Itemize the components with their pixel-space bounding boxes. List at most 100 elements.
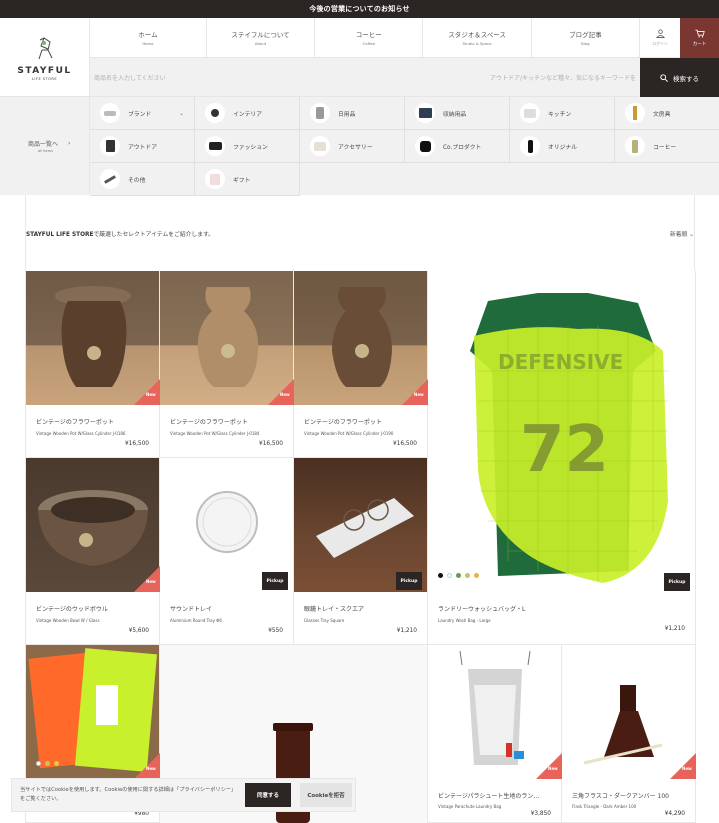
- category-co-product[interactable]: Co.プロダクト: [405, 130, 510, 163]
- category-label: キッチン: [548, 111, 572, 118]
- product-card[interactable]: 72 DEFENSIVE Pickup ランドリーウォッシュバッグ・L Laun…: [428, 271, 696, 645]
- category-label: ブランド: [128, 111, 152, 118]
- color-swatch[interactable]: [45, 761, 50, 766]
- category-others[interactable]: その他: [90, 163, 195, 196]
- category-kitchen[interactable]: キッチン: [510, 97, 615, 130]
- category-menu: 商品一覧へ › all items ブランド ⌄ インテリア 日用品 収納用品 …: [0, 97, 719, 196]
- stationery-icon: [625, 103, 645, 123]
- nav-home[interactable]: ホーム Home: [90, 18, 207, 57]
- chevron-down-icon: ⌄: [689, 232, 694, 238]
- nav-sub: Coffee: [362, 41, 375, 46]
- product-section: STAYFUL LIFE STOREで厳選したセレクトアイテムをご紹介します。 …: [25, 195, 696, 823]
- color-swatch[interactable]: [474, 573, 479, 578]
- product-english-name: Vintage Wooden Bowl W / Glass: [36, 618, 100, 623]
- login-button[interactable]: ログイン: [640, 18, 680, 58]
- product-card[interactable]: New ビンテージパラシュート生地のラン… Vintage Parachute …: [428, 645, 562, 823]
- category-label: アウトドア: [128, 144, 157, 151]
- product-name: 三角フラスコ・ダークアンバー 100: [572, 793, 670, 800]
- category-stationery[interactable]: 文房具: [615, 97, 719, 130]
- category-label: 日用品: [338, 111, 356, 118]
- store-logo[interactable]: STAYFUL LIFE STORE: [0, 18, 90, 97]
- color-swatch[interactable]: [54, 761, 59, 766]
- search-bar: 商品名を入力してください アウトドア/キッチンなど種々、気になるキーワードを 検…: [90, 58, 719, 97]
- category-outdoor[interactable]: アウトドア: [90, 130, 195, 163]
- category-interior[interactable]: インテリア: [195, 97, 300, 130]
- color-swatch[interactable]: [447, 573, 452, 578]
- login-label: ログイン: [652, 40, 668, 46]
- product-card[interactable]: New 三角フラスコ・ダークアンバー 100 Flask Triangle - …: [562, 645, 696, 823]
- category-fashion[interactable]: ファッション: [195, 130, 300, 163]
- color-swatch[interactable]: [36, 761, 41, 766]
- cookie-agree-button[interactable]: 同意する: [245, 783, 291, 807]
- category-storage[interactable]: 収納用品: [405, 97, 510, 130]
- nav-studio[interactable]: スタジオ＆スペース Studio & Space: [423, 18, 532, 57]
- nav-label: スタジオ＆スペース: [448, 31, 506, 39]
- intro-brand: STAYFUL LIFE STORE: [26, 232, 94, 238]
- search-button[interactable]: 検索する: [640, 58, 719, 97]
- intro-text: STAYFUL LIFE STOREで厳選したセレクトアイテムをご紹介します。: [26, 229, 214, 238]
- all-items-link[interactable]: 商品一覧へ › all items: [0, 97, 90, 195]
- brand-icon: [100, 103, 120, 123]
- original-icon: [520, 136, 540, 156]
- badge-label: New: [548, 766, 558, 771]
- cookie-text: 当サイトではCookieを使用します。Cookieの使用に関する詳細は「プライバ…: [20, 787, 237, 802]
- category-accessory[interactable]: アクセサリー: [300, 130, 405, 163]
- color-swatch[interactable]: [456, 573, 461, 578]
- category-gift[interactable]: ギフト: [195, 163, 300, 196]
- svg-text:72: 72: [520, 413, 609, 487]
- product-price: ¥16,500: [125, 441, 149, 447]
- category-label: オリジナル: [548, 144, 577, 151]
- product-name: サウンドトレイ: [170, 606, 213, 613]
- product-card[interactable]: Pickup サウンドトレイ Aluminium Round Tray Φ6 ¥…: [160, 458, 294, 645]
- category-label: ギフト: [233, 177, 251, 184]
- badge-label: New: [146, 392, 156, 397]
- cart-button[interactable]: カート: [680, 18, 719, 58]
- color-swatch[interactable]: [438, 573, 443, 578]
- logo-wordmark: STAYFUL: [17, 65, 72, 76]
- color-swatch[interactable]: [465, 573, 470, 578]
- daily-goods-icon: [310, 103, 330, 123]
- product-card[interactable]: New ビンテージのフラワーポット Vintage Wooden Pot W/G…: [294, 271, 428, 458]
- search-input[interactable]: 商品名を入力してください アウトドア/キッチンなど種々、気になるキーワードを: [90, 58, 640, 97]
- nav-coffee[interactable]: コーヒー Coffee: [315, 18, 424, 57]
- category-label: 文房具: [653, 111, 671, 118]
- product-card[interactable]: Pickup 眼鏡トレイ・スクエア Glasses Tray Square ¥1…: [294, 458, 428, 645]
- nav-about[interactable]: ステイフルについて About: [207, 18, 316, 57]
- co-product-icon: [415, 136, 435, 156]
- product-price: ¥16,500: [259, 441, 283, 447]
- new-badge: New: [134, 379, 160, 405]
- category-original[interactable]: オリジナル: [510, 130, 615, 163]
- product-card[interactable]: New ビンテージのフラワーポット Vintage Wooden Pot W/G…: [160, 271, 294, 458]
- chevron-right-icon: ›: [68, 140, 71, 147]
- product-name: 眼鏡トレイ・スクエア: [304, 606, 365, 613]
- product-image: 72 DEFENSIVE: [428, 271, 695, 591]
- category-coffee[interactable]: コーヒー: [615, 130, 719, 163]
- cookie-banner: 当サイトではCookieを使用します。Cookieの使用に関する詳細は「プライバ…: [11, 778, 356, 812]
- category-label: 収納用品: [443, 111, 467, 118]
- user-icon: [655, 28, 665, 38]
- product-english-name: Flask Triangle - Dark Amber 100: [572, 804, 637, 809]
- product-name: ランドリーウォッシュバッグ・L: [438, 606, 526, 613]
- accessory-icon: [310, 136, 330, 156]
- product-name: ビンテージのフラワーポット: [170, 419, 248, 426]
- nav-blog[interactable]: ブログ記事 Blog: [532, 18, 640, 57]
- product-name: ビンテージのフラワーポット: [304, 419, 382, 426]
- pickup-badge: Pickup: [664, 573, 690, 591]
- category-brand[interactable]: ブランド ⌄: [90, 97, 195, 130]
- new-badge: New: [536, 753, 562, 779]
- product-name: ビンテージのフラワーポット: [36, 419, 114, 426]
- product-card[interactable]: New ビンテージのウッドボウル Vintage Wooden Bowl W /…: [26, 458, 160, 645]
- product-english-name: Laundry Wash Bag - Large: [438, 618, 491, 623]
- cookie-reject-button[interactable]: Cookieを拒否: [300, 783, 352, 807]
- search-placeholder: 商品名を入力してください: [94, 75, 166, 82]
- cart-label: カート: [692, 42, 707, 47]
- category-daily-goods[interactable]: 日用品: [300, 97, 405, 130]
- new-badge: New: [134, 753, 160, 779]
- search-hint: アウトドア/キッチンなど種々、気になるキーワードを: [489, 75, 636, 82]
- sort-dropdown[interactable]: 新着順 ⌄: [670, 229, 694, 238]
- search-button-label: 検索する: [673, 74, 699, 83]
- announcement-bar[interactable]: 今後の営業についてのお知らせ: [0, 0, 719, 18]
- badge-label: New: [280, 392, 290, 397]
- product-card[interactable]: New ビンテージのフラワーポット Vintage Wooden Pot W/G…: [26, 271, 160, 458]
- search-icon: [660, 73, 668, 82]
